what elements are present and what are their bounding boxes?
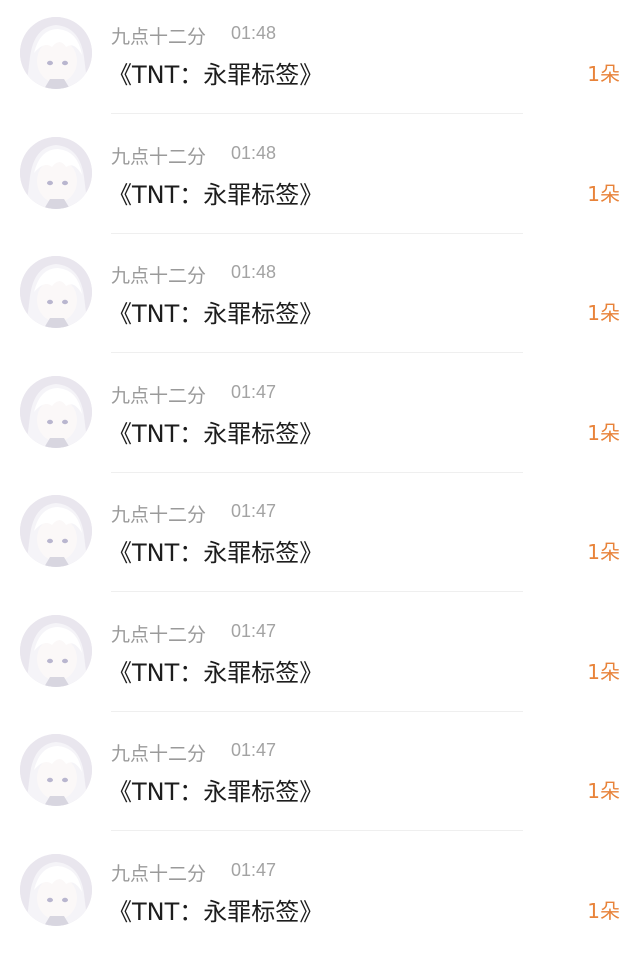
gift-amount: 1朵: [587, 58, 620, 87]
gift-amount: 1朵: [587, 775, 620, 804]
sender-name: 九点十二分: [111, 500, 206, 527]
gift-title: 《TNT：永罪标签》: [108, 175, 323, 210]
anime-avatar-image: [20, 376, 92, 448]
anime-avatar-image: [20, 495, 92, 567]
divider: [111, 591, 523, 592]
gift-amount: 1朵: [587, 656, 620, 685]
sender-name: 九点十二分: [111, 381, 206, 408]
anime-avatar-image: [20, 615, 92, 687]
list-item[interactable]: 九点十二分 01:48 《TNT：永罪标签》 1朵: [0, 120, 640, 240]
divider: [111, 352, 523, 353]
divider: [111, 113, 523, 114]
divider: [111, 830, 523, 831]
gift-time: 01:47: [231, 621, 276, 642]
anime-avatar-image: [20, 137, 92, 209]
user-avatar[interactable]: [20, 376, 92, 448]
gift-time: 01:47: [231, 860, 276, 881]
gift-title: 《TNT：永罪标签》: [108, 653, 323, 688]
list-item[interactable]: 九点十二分 01:48 《TNT：永罪标签》 1朵: [0, 239, 640, 359]
user-avatar[interactable]: [20, 17, 92, 89]
user-avatar[interactable]: [20, 734, 92, 806]
user-avatar[interactable]: [20, 137, 92, 209]
gift-title: 《TNT：永罪标签》: [108, 414, 323, 449]
user-avatar[interactable]: [20, 854, 92, 926]
anime-avatar-image: [20, 17, 92, 89]
gift-record-list: 九点十二分 01:48 《TNT：永罪标签》 1朵 九点十二分 01:48 《T…: [0, 0, 640, 948]
list-item[interactable]: 九点十二分 01:47 《TNT：永罪标签》 1朵: [0, 837, 640, 956]
sender-name: 九点十二分: [111, 739, 206, 766]
sender-name: 九点十二分: [111, 859, 206, 886]
gift-title: 《TNT：永罪标签》: [108, 294, 323, 329]
gift-time: 01:48: [231, 143, 276, 164]
user-avatar[interactable]: [20, 495, 92, 567]
gift-title: 《TNT：永罪标签》: [108, 772, 323, 807]
sender-name: 九点十二分: [111, 22, 206, 49]
anime-avatar-image: [20, 734, 92, 806]
gift-time: 01:48: [231, 23, 276, 44]
user-avatar[interactable]: [20, 615, 92, 687]
gift-title: 《TNT：永罪标签》: [108, 892, 323, 927]
list-item[interactable]: 九点十二分 01:47 《TNT：永罪标签》 1朵: [0, 598, 640, 718]
gift-amount: 1朵: [587, 536, 620, 565]
gift-amount: 1朵: [587, 895, 620, 924]
gift-amount: 1朵: [587, 417, 620, 446]
sender-name: 九点十二分: [111, 620, 206, 647]
gift-amount: 1朵: [587, 178, 620, 207]
gift-time: 01:47: [231, 382, 276, 403]
gift-time: 01:47: [231, 740, 276, 761]
anime-avatar-image: [20, 854, 92, 926]
divider: [111, 472, 523, 473]
list-item[interactable]: 九点十二分 01:48 《TNT：永罪标签》 1朵: [0, 0, 640, 120]
gift-title: 《TNT：永罪标签》: [108, 533, 323, 568]
user-avatar[interactable]: [20, 256, 92, 328]
list-item[interactable]: 九点十二分 01:47 《TNT：永罪标签》 1朵: [0, 717, 640, 837]
gift-time: 01:47: [231, 501, 276, 522]
list-item[interactable]: 九点十二分 01:47 《TNT：永罪标签》 1朵: [0, 478, 640, 598]
list-item[interactable]: 九点十二分 01:47 《TNT：永罪标签》 1朵: [0, 359, 640, 479]
divider: [111, 233, 523, 234]
gift-amount: 1朵: [587, 297, 620, 326]
gift-title: 《TNT：永罪标签》: [108, 55, 323, 90]
anime-avatar-image: [20, 256, 92, 328]
sender-name: 九点十二分: [111, 261, 206, 288]
sender-name: 九点十二分: [111, 142, 206, 169]
divider: [111, 711, 523, 712]
gift-time: 01:48: [231, 262, 276, 283]
